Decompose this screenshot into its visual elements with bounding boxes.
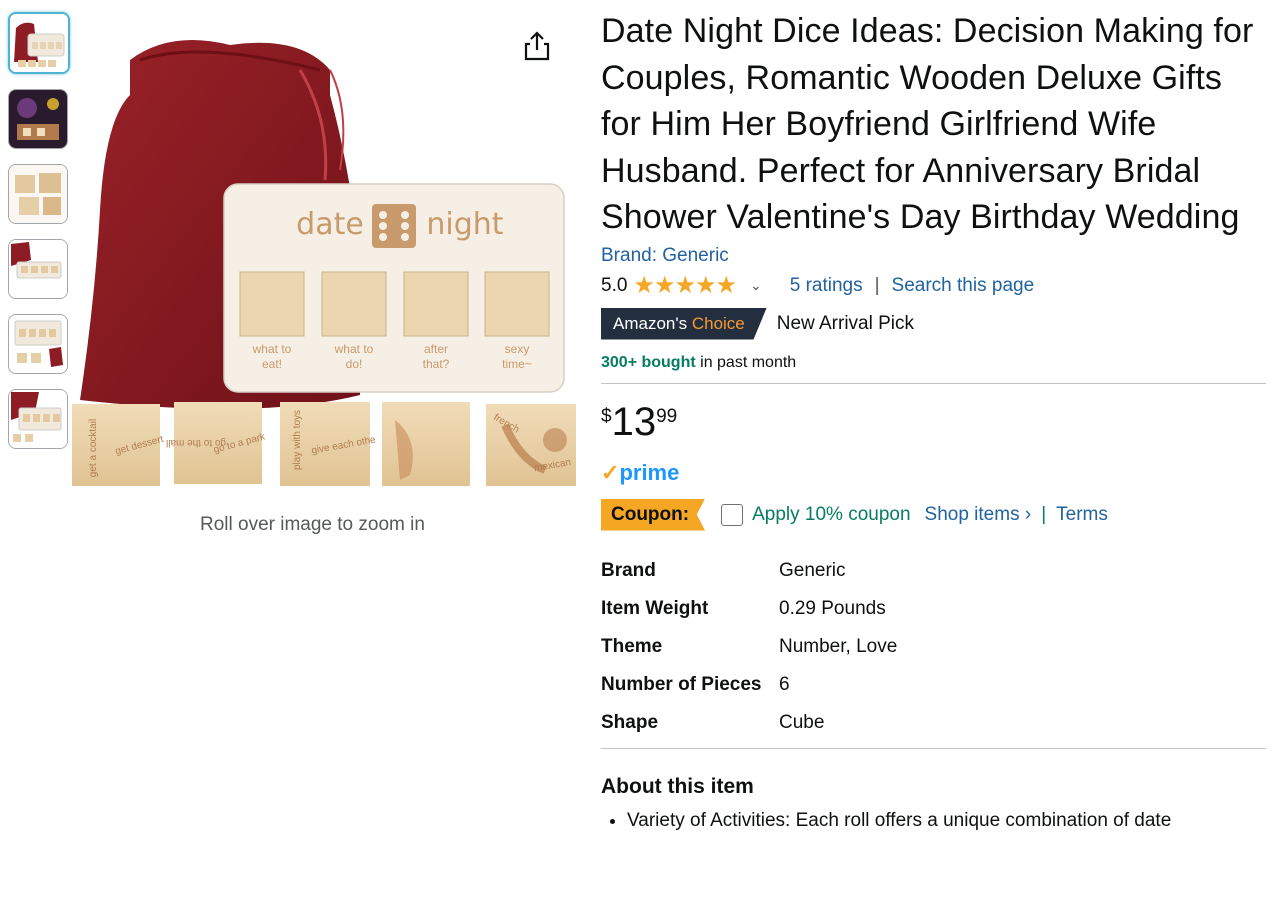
thumbnail-2[interactable]: [8, 89, 68, 149]
board-slot-label: that?: [423, 357, 450, 371]
spec-row: Number of Pieces 6: [601, 673, 790, 695]
date-night-board: date night what toeat!what todo!aftertha…: [223, 183, 565, 393]
star-icon: ★: [694, 271, 717, 299]
price-symbol: $: [601, 405, 612, 427]
star-icon: ★: [674, 271, 696, 299]
thumbnail-3[interactable]: [8, 164, 68, 224]
brand-link[interactable]: Brand: Generic: [601, 245, 1266, 267]
divider: [601, 382, 1266, 384]
spec-table: Brand Generic Item Weight 0.29 Pounds Them…: [601, 552, 897, 742]
thumbnail-5[interactable]: [8, 314, 68, 374]
zoom-hint: Roll over image to zoom in: [200, 514, 425, 535]
board-slot-label: sexy: [505, 342, 530, 356]
board-slot-label: do!: [346, 357, 363, 371]
choice-row: Amazon's Choice New Arrival Pick: [601, 307, 1266, 340]
spec-row: Shape Cube: [601, 711, 825, 733]
board-slot-label: what to: [334, 342, 374, 356]
bought-count: 300+ bought in past month: [601, 353, 797, 371]
spec-row: Theme Number, Love: [601, 635, 898, 657]
price-whole: 13: [611, 399, 657, 444]
rating-separator: |: [874, 274, 880, 296]
dice-row: get a cocktail get dessert go to the mallg…: [72, 402, 576, 486]
star-rating-icon[interactable]: ★ ★ ★ ★ ★: [633, 271, 737, 299]
coupon-checkbox[interactable]: [721, 503, 744, 526]
apply-coupon-label[interactable]: Apply 10% coupon: [752, 504, 910, 526]
about-bullets: Variety of Activities: Each roll offers …: [601, 809, 1266, 833]
thumbnail-1[interactable]: [8, 12, 70, 74]
star-icon: ★: [653, 271, 676, 299]
spec-row: Brand Generic: [601, 559, 846, 581]
coupon-separator: |: [1041, 503, 1047, 525]
board-word-night: night: [426, 207, 503, 242]
rating-row: 5.0 ★ ★ ★ ★ ★ ⌄ 5 ratings | Search this page: [601, 272, 1266, 300]
dice-label: play with toys: [292, 410, 303, 470]
product-title: Date Night Dice Ideas: Decision Making f…: [601, 12, 1254, 236]
star-icon: ★: [715, 271, 737, 299]
thumbnail-6[interactable]: [8, 389, 68, 449]
coupon-badge: Coupon:: [601, 498, 706, 531]
share-icon[interactable]: [522, 30, 552, 62]
ratings-link[interactable]: 5 ratings: [790, 275, 863, 297]
board-slot-label: time~: [502, 357, 532, 371]
board-slot-label: what to: [252, 342, 292, 356]
thumbnail-4[interactable]: [8, 239, 68, 299]
amazons-choice-badge[interactable]: Amazon's Choice: [601, 307, 767, 340]
board-word-date: date: [296, 207, 364, 242]
chevron-down-icon[interactable]: ⌄: [750, 277, 762, 294]
rating-value: 5.0: [601, 274, 628, 296]
about-title: About this item: [601, 774, 754, 798]
about-bullet: Variety of Activities: Each roll offers …: [627, 809, 1266, 833]
main-product-image[interactable]: date night what to eat! what to do! after tha…: [68, 20, 583, 500]
star-icon: ★: [633, 271, 655, 299]
board-slot-label: eat!: [262, 357, 282, 371]
spec-row: Item Weight 0.29 Pounds: [601, 597, 886, 619]
badge-text: New Arrival Pick: [776, 312, 915, 334]
price: $ 13 99: [601, 402, 1266, 446]
coupon-row: Coupon: Apply 10% coupon Shop items › | …: [601, 498, 1266, 532]
shop-items-link[interactable]: Shop items ›: [925, 504, 1032, 526]
board-slot-label: after: [424, 342, 448, 356]
thumbnail-strip: [8, 12, 70, 464]
search-this-page-link[interactable]: Search this page: [892, 275, 1035, 297]
product-details: Date Night Dice Ideas: Decision Making f…: [601, 8, 1266, 833]
divider: [601, 747, 1266, 749]
prime-logo: ✓prime: [601, 459, 680, 485]
dice-label: get a cocktail: [88, 419, 99, 477]
price-fraction: 99: [656, 405, 678, 427]
terms-link[interactable]: Terms: [1056, 504, 1108, 526]
